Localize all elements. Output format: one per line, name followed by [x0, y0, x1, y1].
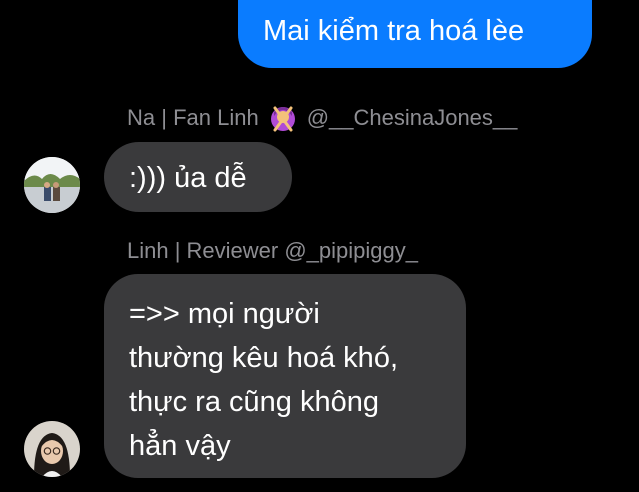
outgoing-message-text: Mai kiểm tra hoá lèe	[263, 15, 525, 47]
incoming-message-text: :))) ủa dễ	[129, 162, 247, 194]
person-gesturing-no-emoji-icon	[267, 102, 299, 134]
sender-name-prefix: Na | Fan Linh	[127, 105, 259, 130]
sender-name-label: Linh | Reviewer @_pipipiggy_	[127, 238, 418, 263]
message-line: thường kêu hoá khó,	[129, 342, 399, 374]
incoming-message-bubble[interactable]: :))) ủa dễ	[104, 142, 292, 212]
avatar-photo-icon	[24, 157, 80, 213]
outgoing-message-bubble[interactable]: Mai kiểm tra hoá lèe	[238, 0, 592, 68]
sender-name-na: Na | Fan Linh @__ChesinaJones__	[127, 102, 517, 134]
sender-name-linh: Linh | Reviewer @_pipipiggy_	[127, 238, 418, 264]
message-line: hẳn vậy	[129, 430, 231, 462]
avatar-na[interactable]	[24, 157, 80, 213]
message-line: =>> mọi người	[129, 298, 320, 330]
message-line: thực ra cũng không	[129, 386, 379, 418]
incoming-message-bubble[interactable]: =>> mọi người thường kêu hoá khó, thực r…	[104, 274, 466, 478]
sender-handle: @__ChesinaJones__	[306, 105, 518, 130]
avatar-photo-icon	[24, 421, 80, 477]
avatar-linh[interactable]	[24, 421, 80, 477]
